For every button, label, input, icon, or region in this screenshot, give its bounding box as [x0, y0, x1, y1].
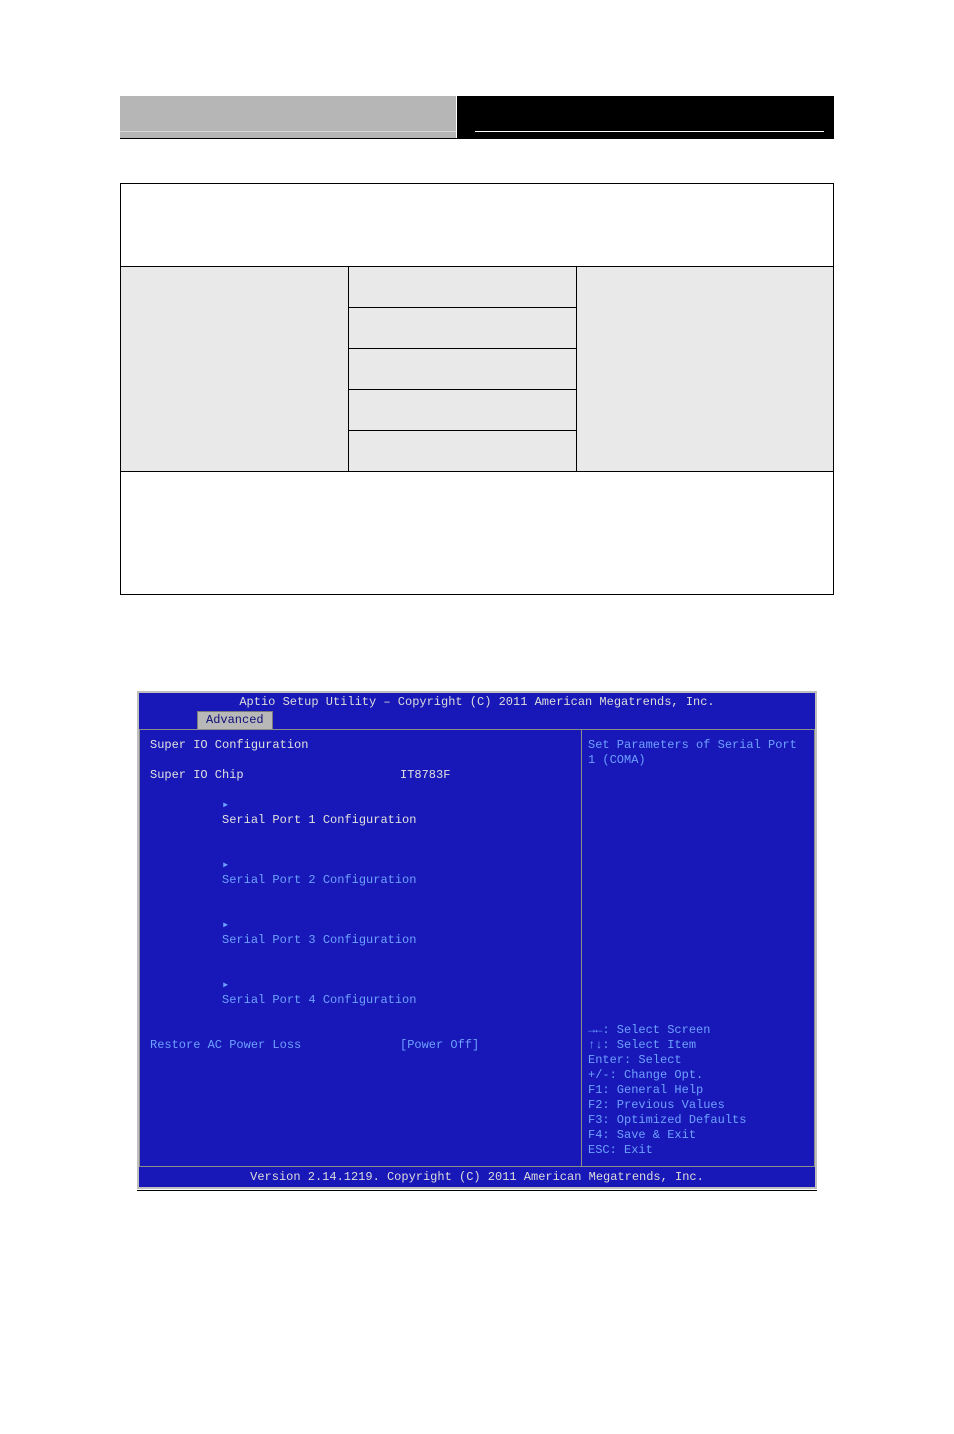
key-help-5: F2: Previous Values — [588, 1098, 808, 1113]
header-left-panel — [120, 96, 457, 138]
key-help-8: ESC: Exit — [588, 1143, 808, 1158]
settings-left-col — [121, 267, 349, 472]
key-help-0: →←: Select Screen — [588, 1023, 808, 1038]
settings-footer-row — [121, 472, 834, 595]
chip-value: IT8783F — [400, 768, 450, 783]
section-header: Super IO Configuration — [150, 738, 571, 753]
chip-label: Super IO Chip — [150, 768, 400, 783]
settings-mid-col — [349, 267, 577, 472]
bios-side-panel: Set Parameters of Serial Port 1 (COMA) →… — [582, 729, 815, 1167]
menu-item-2[interactable]: Serial Port 2 Configuration — [222, 873, 416, 887]
option-cell-2 — [349, 308, 576, 349]
option-cell-3 — [349, 349, 576, 390]
restore-ac-label[interactable]: Restore AC Power Loss — [150, 1038, 400, 1053]
menu-item-1[interactable]: Serial Port 1 Configuration — [222, 813, 416, 827]
chevron-right-icon: ▸ — [222, 918, 232, 933]
bios-footer: Version 2.14.1219. Copyright (C) 2011 Am… — [139, 1167, 815, 1187]
key-help-1: ↑↓: Select Item — [588, 1038, 808, 1053]
option-cell-1 — [349, 267, 576, 308]
menu-item-4[interactable]: Serial Port 4 Configuration — [222, 993, 416, 1007]
chevron-right-icon: ▸ — [222, 798, 232, 813]
tab-advanced[interactable]: Advanced — [197, 711, 273, 729]
chevron-right-icon: ▸ — [222, 858, 232, 873]
bios-screenshot: Aptio Setup Utility – Copyright (C) 2011… — [137, 691, 817, 1189]
restore-ac-value[interactable]: [Power Off] — [400, 1038, 479, 1053]
settings-table — [120, 183, 834, 595]
key-help-4: F1: General Help — [588, 1083, 808, 1098]
key-help-2: Enter: Select — [588, 1053, 808, 1068]
key-help-6: F3: Optimized Defaults — [588, 1113, 808, 1128]
settings-right-col — [577, 267, 834, 472]
key-help-7: F4: Save & Exit — [588, 1128, 808, 1143]
key-help-3: +/-: Change Opt. — [588, 1068, 808, 1083]
chevron-right-icon: ▸ — [222, 978, 232, 993]
header-right-panel — [457, 96, 834, 138]
option-cell-4 — [349, 390, 576, 431]
settings-header-row — [121, 184, 834, 267]
menu-item-3[interactable]: Serial Port 3 Configuration — [222, 933, 416, 947]
bios-underline — [137, 1189, 817, 1191]
bios-title: Aptio Setup Utility – Copyright (C) 2011… — [139, 693, 815, 711]
bios-main-panel: Super IO Configuration Super IO Chip IT8… — [139, 729, 582, 1167]
bios-tab-row: Advanced — [139, 711, 815, 729]
page-header-bar — [120, 96, 834, 139]
key-legend: →←: Select Screen ↑↓: Select Item Enter:… — [588, 1023, 808, 1158]
option-cell-5 — [349, 431, 576, 471]
item-help-text: Set Parameters of Serial Port 1 (COMA) — [588, 738, 808, 768]
